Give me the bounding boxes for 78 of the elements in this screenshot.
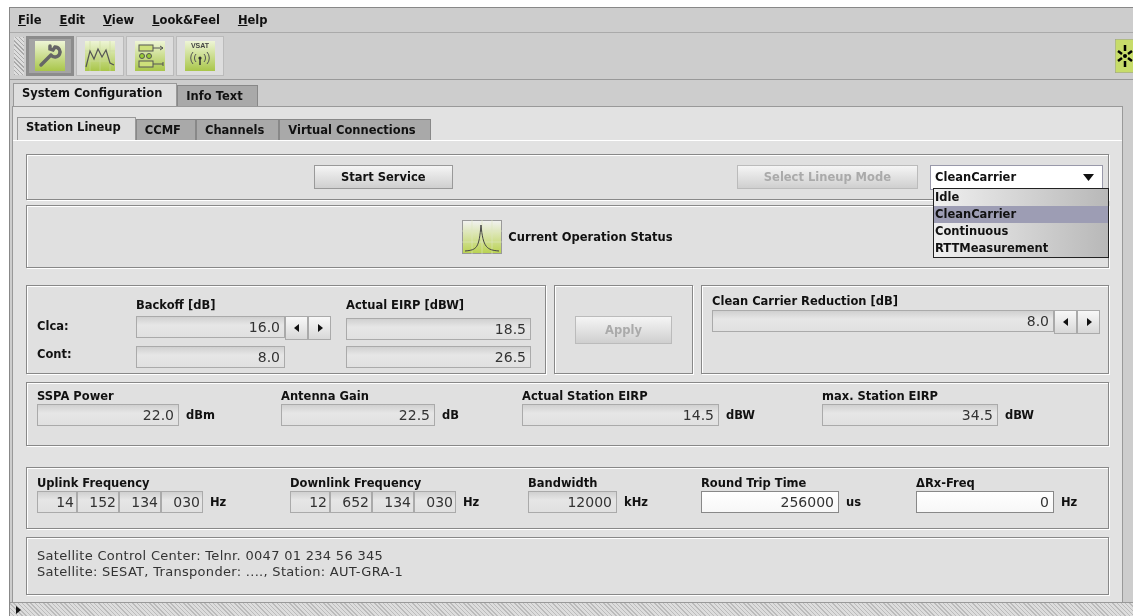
decrement-button[interactable]: [1054, 310, 1077, 334]
unit-label: dBm: [186, 408, 215, 422]
number-field[interactable]: 8.0: [136, 346, 285, 368]
unit-label: dBW: [726, 408, 756, 422]
menu-item[interactable]: File: [18, 13, 42, 27]
antenna-icon: [189, 51, 211, 65]
row-label: Clca:: [37, 319, 70, 333]
number-field[interactable]: 8.0: [712, 310, 1054, 332]
menu-item[interactable]: Help: [237, 13, 268, 27]
info-text: Satellite Control Center: Telnr. 0047 01 234 56 345: [37, 548, 385, 563]
info-text: Satellite: SESAT, Transponder: ...., Station: AUT-GRA-1: [37, 564, 404, 579]
number-field[interactable]: 16.0: [136, 316, 285, 338]
unit-label: us: [846, 495, 862, 509]
tab[interactable]: System Configuration: [13, 83, 178, 106]
tab[interactable]: Channels: [195, 119, 280, 140]
increment-button[interactable]: [1077, 310, 1100, 334]
flow-diagram-icon: [135, 41, 165, 71]
number-field[interactable]: 152: [77, 491, 119, 513]
toolbar-grip[interactable]: [14, 37, 24, 75]
number-field[interactable]: 134: [119, 491, 161, 513]
number-field[interactable]: 030: [161, 491, 203, 513]
number-field[interactable]: 12: [290, 491, 330, 513]
unit-label: dB: [442, 408, 459, 422]
number-field[interactable]: 256000: [701, 491, 839, 513]
unit-label: Hz: [210, 495, 227, 509]
peak-graph-icon: [462, 219, 503, 254]
dropdown-option[interactable]: Continuous: [934, 223, 1108, 240]
field-label: Round Trip Time: [701, 476, 807, 490]
dropdown-arrow-icon: [1083, 173, 1094, 181]
toolbar-button[interactable]: [26, 36, 74, 76]
toolbar-button[interactable]: [126, 36, 174, 76]
field-label: max. Station EIRP: [822, 389, 939, 403]
field-label: Clean Carrier Reduction [dB]: [712, 294, 900, 308]
row-label: Cont:: [37, 347, 73, 361]
unit-label: Hz: [463, 495, 480, 509]
unit-label: Hz: [1061, 495, 1078, 509]
status-label: Current Operation Status: [508, 229, 673, 244]
tab[interactable]: CCMF: [135, 119, 196, 140]
field-label: Actual Station EIRP: [522, 389, 648, 403]
number-field: 34.5: [822, 404, 998, 426]
busy-indicator-icon: [1115, 39, 1133, 73]
dropdown-option[interactable]: RTTMeasurement: [934, 240, 1108, 257]
menu-item[interactable]: Edit: [59, 13, 86, 27]
mode-dropdown[interactable]: CleanCarrier: [930, 164, 1103, 190]
tab[interactable]: Virtual Connections: [279, 119, 431, 140]
column-header: Actual EIRP [dBW]: [346, 298, 466, 312]
dropdown-option[interactable]: Idle: [934, 189, 1108, 206]
dropdown-option[interactable]: CleanCarrier: [934, 206, 1108, 223]
tab[interactable]: Info Text: [177, 85, 258, 106]
number-field[interactable]: 030: [414, 491, 456, 513]
unit-label: kHz: [624, 495, 648, 509]
number-field[interactable]: 14: [37, 491, 77, 513]
number-field: 22.5: [281, 404, 435, 426]
field-label: Bandwidth: [528, 476, 598, 490]
number-field[interactable]: 0: [916, 491, 1054, 513]
field-label: Antenna Gain: [281, 389, 369, 403]
column-header: Backoff [dB]: [136, 298, 217, 312]
decrement-button[interactable]: [285, 316, 308, 340]
number-field: 22.0: [37, 404, 179, 426]
tab[interactable]: Station Lineup: [17, 117, 136, 140]
menu-item[interactable]: View: [103, 13, 135, 27]
number-field[interactable]: 652: [330, 491, 372, 513]
number-field: 14.5: [522, 404, 719, 426]
wrench-icon: [35, 41, 65, 71]
field-label: SSPA Power: [37, 389, 114, 403]
increment-button[interactable]: [308, 316, 331, 340]
start-service-button[interactable]: Start Service: [314, 165, 453, 189]
field-label: ΔRx-Freq: [916, 476, 975, 490]
number-field[interactable]: 134: [372, 491, 414, 513]
chart-icon: [85, 41, 115, 71]
unit-label: dBW: [1005, 408, 1035, 422]
toolbar-button[interactable]: [76, 36, 124, 76]
field-label: Uplink Frequency: [37, 476, 150, 490]
menu-item[interactable]: Look&Feel: [152, 13, 220, 27]
field-label: Downlink Frequency: [290, 476, 422, 490]
number-field: 12000: [528, 491, 617, 513]
number-field: 26.5: [346, 346, 531, 368]
number-field: 18.5: [346, 318, 531, 340]
